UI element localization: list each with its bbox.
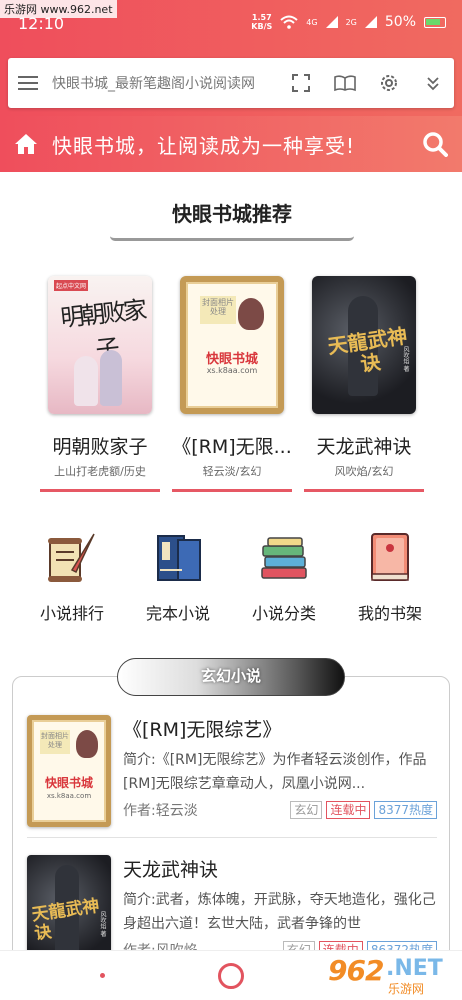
genre-badge: 玄幻	[290, 801, 323, 819]
book-underline	[40, 489, 160, 492]
book-cover[interactable]: 起点中文网 明朝败家子	[48, 276, 152, 414]
book-cover[interactable]: 封面相片处理 快眼书城 xs.k8aa.com	[180, 276, 284, 414]
book-title[interactable]: 天龙武神诀	[304, 432, 424, 459]
fullscreen-icon[interactable]	[290, 72, 312, 94]
book-meta: 轻云淡/玄幻	[202, 465, 262, 478]
gear-icon[interactable]	[378, 72, 400, 94]
chevron-down-icon[interactable]	[422, 72, 444, 94]
book-cover[interactable]: 封面相片处理 快眼书城 xs.k8aa.com	[27, 715, 111, 827]
section-underline	[110, 236, 354, 241]
battery-icon	[424, 16, 446, 28]
back-dot-icon[interactable]	[100, 973, 105, 978]
home-icon[interactable]	[14, 133, 38, 155]
nav-finished-label[interactable]: 完本小说	[126, 600, 230, 624]
list-item[interactable]: 封面相片处理 快眼书城 xs.k8aa.com 《[RM]无限综艺》 简介:《[…	[27, 715, 437, 843]
address-bar[interactable]: 快眼书城_最新笔趣阁小说阅读网	[8, 58, 454, 108]
banner-slogan: 快眼书城，让阅读成为一种享受!	[52, 133, 356, 158]
recommend-list: 起点中文网 明朝败家子 明朝败家子 上山打老虎额/历史 封面相片处理 快眼书城 …	[40, 276, 424, 492]
url-text[interactable]: 快眼书城_最新笔趣阁小说阅读网	[52, 73, 268, 93]
book-underline	[304, 489, 424, 492]
nav-category[interactable]: 小说分类	[232, 530, 336, 624]
nav-ranking-label[interactable]: 小说排行	[20, 600, 124, 624]
status-badge: 连载中	[326, 801, 371, 819]
category-card: 玄幻小说 封面相片处理 快眼书城 xs.k8aa.com 《[RM]无限综艺》 …	[12, 658, 450, 967]
recommend-book[interactable]: 天龍武神诀 风吹焰 著 天龙武神诀 风吹焰/玄幻	[304, 276, 424, 492]
site-watermark: 乐游网 www.962.net	[0, 0, 117, 18]
books-icon[interactable]	[150, 530, 206, 586]
signal-2-label: 2G	[345, 17, 357, 27]
book-title[interactable]: 《[RM]无限...	[172, 432, 292, 459]
menu-icon[interactable]	[18, 76, 38, 90]
nav-ranking[interactable]: 小说排行	[20, 530, 124, 624]
nav-bookshelf[interactable]: 我的书架	[338, 530, 442, 624]
signal-1-label: 4G	[306, 17, 318, 27]
book-meta: 风吹焰/玄幻	[334, 465, 394, 478]
divider	[27, 837, 437, 838]
item-description: 简介:《[RM]无限综艺》为作者轻云淡创作，作品[RM]无限综艺章章动人，凤凰小…	[123, 752, 427, 792]
item-author: 作者:轻云淡	[123, 803, 198, 819]
battery-percent: 50%	[384, 14, 416, 30]
item-title[interactable]: 《[RM]无限综艺》	[123, 715, 437, 742]
wifi-icon	[280, 15, 298, 29]
signal-icon	[325, 16, 338, 28]
home-ring-icon[interactable]	[218, 963, 244, 989]
quick-nav: 小说排行 完本小说 小说分类 我的书架	[20, 530, 442, 624]
nav-category-label[interactable]: 小说分类	[232, 600, 336, 624]
item-description: 简介:武者，炼体魄，开武脉，夺天地造化，强化己身超出六道！玄世大陆，武者争锋的世	[123, 892, 436, 932]
stacked-books-icon[interactable]	[256, 530, 312, 586]
book-cover[interactable]: 天龍武神诀 风吹焰 著	[312, 276, 416, 414]
search-icon[interactable]	[422, 131, 448, 157]
popularity-badge: 8377热度	[374, 801, 437, 819]
book-underline	[172, 489, 292, 492]
nav-bookshelf-label[interactable]: 我的书架	[338, 600, 442, 624]
book-title[interactable]: 明朝败家子	[40, 432, 160, 459]
nav-finished[interactable]: 完本小说	[126, 530, 230, 624]
site-banner: 快眼书城，让阅读成为一种享受!	[0, 116, 462, 172]
reader-mode-icon[interactable]	[334, 72, 356, 94]
recommend-book[interactable]: 起点中文网 明朝败家子 明朝败家子 上山打老虎额/历史	[40, 276, 160, 492]
signal-icon-2	[364, 16, 377, 28]
962-logo: 962 .NET 乐游网	[328, 954, 443, 996]
network-speed: 1.57 KB/S	[251, 13, 273, 31]
scroll-quill-icon[interactable]	[44, 530, 100, 586]
category-tab[interactable]: 玄幻小说	[117, 658, 345, 696]
recommend-title: 快眼书城推荐	[172, 202, 292, 226]
bookshelf-icon[interactable]	[362, 530, 418, 586]
book-meta: 上山打老虎额/历史	[54, 465, 146, 478]
item-title[interactable]: 天龙武神诀	[123, 855, 437, 882]
recommend-book[interactable]: 封面相片处理 快眼书城 xs.k8aa.com 《[RM]无限... 轻云淡/玄…	[172, 276, 292, 492]
